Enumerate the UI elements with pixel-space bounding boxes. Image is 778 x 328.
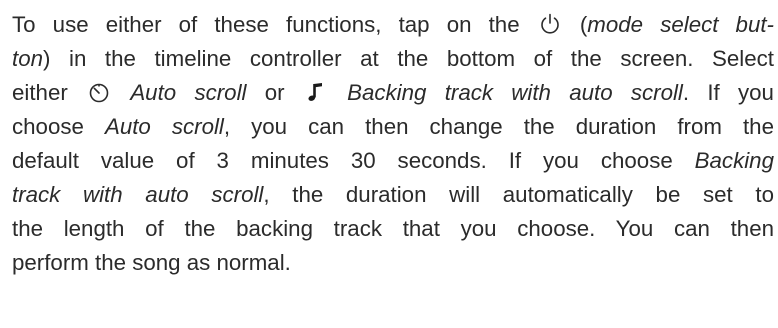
text-segment: either [12, 80, 68, 105]
paragraph-line-6: track with auto scroll, the duration wil… [12, 178, 774, 212]
instruction-paragraph: To use either of these functions, tap on… [12, 8, 774, 280]
text-segment: or [264, 80, 285, 105]
backing-track-term: Backing track with auto scroll [347, 80, 683, 105]
text-segment: To use either of these functions, tap on… [12, 12, 520, 37]
paragraph-line-1: To use either of these functions, tap on… [12, 8, 774, 42]
text-segment: ) in the timeline controller at the bott… [43, 46, 774, 71]
timer-icon [87, 80, 111, 104]
backing-track-term: Backing [694, 148, 774, 173]
text-segment: perform the song as normal. [12, 250, 291, 275]
text-segment: the length of the backing track that you… [12, 216, 774, 241]
backing-track-term: track with auto scroll [12, 182, 264, 207]
paragraph-line-4: choose Auto scroll, you can then change … [12, 110, 774, 144]
paragraph-line-2: ton) in the timeline controller at the b… [12, 42, 774, 76]
music-note-icon [304, 80, 328, 104]
text-segment: default value of 3 minutes 30 seconds. I… [12, 148, 673, 173]
auto-scroll-term: Auto scroll [104, 114, 224, 139]
paragraph-line-5: default value of 3 minutes 30 seconds. I… [12, 144, 774, 178]
text-segment: , you can then change the duration from … [223, 114, 774, 139]
paragraph-line-8: perform the song as normal. [12, 246, 774, 280]
mode-select-button-term: mode select but- [587, 12, 774, 37]
text-segment: choose [12, 114, 84, 139]
paragraph-line-7: the length of the backing track that you… [12, 212, 774, 246]
mode-select-button-term: ton [12, 46, 43, 71]
text-segment: , the duration will automatically be set… [263, 182, 775, 207]
text-segment: . If you [682, 80, 774, 105]
paragraph-line-3: either Auto scroll or Backing track with… [12, 76, 774, 110]
power-icon [538, 12, 562, 36]
auto-scroll-term: Auto scroll [130, 80, 247, 105]
